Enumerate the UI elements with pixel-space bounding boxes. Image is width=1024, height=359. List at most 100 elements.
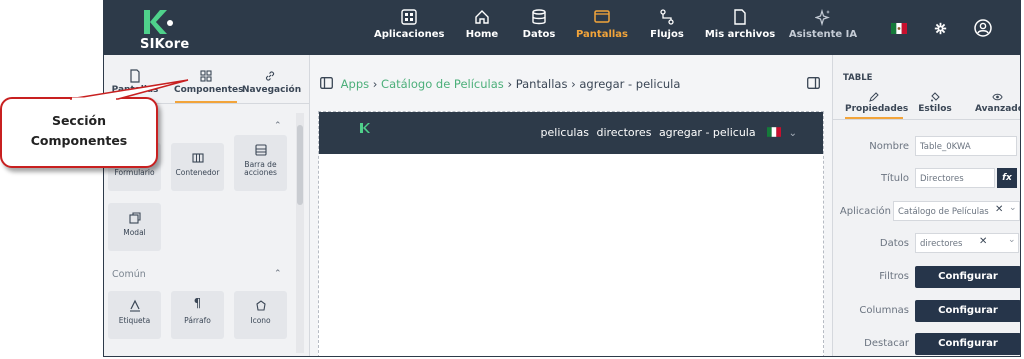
datos-value: directores [920, 239, 963, 249]
filtros-label: Filtros [879, 271, 909, 282]
chevron-up-icon[interactable]: ⌃ [274, 269, 282, 279]
component-icono[interactable]: Icono [234, 291, 287, 339]
preview-link[interactable]: peliculas [541, 126, 589, 139]
component-label: Modal [123, 228, 146, 237]
tab-propiedades[interactable]: Propiedades [845, 91, 908, 114]
formula-button[interactable]: fx [997, 168, 1017, 188]
component-label: Formulario [114, 168, 155, 177]
component-etiqueta[interactable]: Etiqueta [108, 291, 161, 339]
tab-label: Pantallas [111, 85, 159, 95]
component-label: Contenedor [175, 168, 220, 177]
nav-label: Mis archivos [704, 29, 776, 40]
preview-link[interactable]: directores [596, 126, 651, 139]
app-window: SIKore Aplicaciones Home Datos Pantallas… [103, 0, 1021, 357]
section-label-comun: Común [112, 269, 146, 280]
apps-grid-icon [401, 9, 417, 25]
component-label: Párrafo [184, 316, 211, 325]
chevron-down-icon[interactable]: ⌄ [1009, 203, 1017, 213]
sidebar-toggle-icon[interactable] [320, 77, 333, 89]
configurar-filtros-button[interactable]: Configurar [915, 266, 1020, 288]
nav-pantallas[interactable]: Pantallas [576, 7, 628, 51]
tab-avanzado[interactable]: Avanzado [975, 91, 1021, 114]
properties-panel-toggle-icon[interactable] [807, 77, 820, 89]
destacar-label: Destacar [864, 338, 909, 349]
tab-label: Avanzado [975, 104, 1021, 114]
component-parrafo[interactable]: ¶ Párrafo [171, 291, 224, 339]
mexico-flag-icon[interactable] [891, 23, 907, 34]
component-label: Etiqueta [118, 316, 151, 325]
home-icon [475, 10, 489, 24]
component-label: Barra de acciones [244, 160, 277, 177]
nav-label: Asistente IA [788, 29, 858, 40]
configurar-columnas-button[interactable]: Configurar [915, 300, 1020, 322]
component-type-title: TABLE [843, 73, 873, 83]
clear-icon[interactable]: ✕ [995, 204, 1003, 215]
tab-label: Estilos [918, 104, 952, 114]
breadcrumb-section[interactable]: Pantallas [516, 77, 568, 91]
nav-label: Flujos [650, 29, 684, 40]
tab-label: Componentes [174, 85, 244, 95]
titulo-label: Título [880, 173, 909, 184]
clear-icon[interactable]: ✕ [979, 236, 987, 247]
preview-navbar: peliculas directores agregar - pelicula … [319, 112, 823, 154]
datos-select[interactable]: directores [915, 233, 1019, 253]
breadcrumb-apps[interactable]: Apps [341, 77, 369, 91]
app-name: SIKore [140, 37, 190, 52]
nav-label: Pantallas [576, 29, 629, 40]
divider [833, 119, 1020, 120]
top-navbar: SIKore Aplicaciones Home Datos Pantallas… [104, 1, 1020, 55]
nav-home[interactable]: Home [464, 7, 500, 51]
chevron-down-icon[interactable]: ⌄ [1008, 235, 1016, 245]
screen-icon [594, 10, 610, 23]
callout-annotation: Sección Componentes [0, 97, 158, 168]
container-icon [191, 153, 204, 163]
component-barra-de-acciones[interactable]: Barra de acciones [234, 135, 287, 191]
component-modal[interactable]: Modal [108, 203, 161, 251]
action-bar-icon [254, 144, 267, 156]
link-icon [265, 71, 275, 81]
columnas-label: Columnas [859, 305, 909, 316]
callout-line: Sección [51, 113, 107, 128]
nav-flujos[interactable]: Flujos [648, 7, 686, 51]
tab-estilos[interactable]: Estilos [917, 91, 953, 114]
datos-label: Datos [879, 238, 909, 249]
tab-pantallas[interactable]: Pantallas [110, 69, 160, 95]
file-icon [734, 9, 746, 25]
sparkle-icon [815, 8, 830, 27]
chevron-up-icon[interactable]: ⌃ [274, 121, 282, 131]
nombre-input[interactable]: Table_0KWA [915, 136, 1017, 156]
screen-preview[interactable]: peliculas directores agregar - pelicula … [318, 111, 824, 356]
tab-componentes[interactable]: Componentes [174, 69, 243, 95]
properties-panel: TABLE Propiedades Estilos Avanzado Nombr… [832, 55, 1021, 356]
nombre-label: Nombre [869, 141, 909, 152]
breadcrumb: Apps › Catálogo de Películas › Pantallas… [320, 77, 680, 91]
breadcrumb-app[interactable]: Catálogo de Películas [381, 77, 504, 91]
nav-datos[interactable]: Datos [522, 7, 556, 51]
mexico-flag-icon[interactable] [767, 127, 782, 137]
modal-icon [128, 212, 141, 224]
paint-bucket-icon [931, 92, 940, 102]
configurar-destacar-button[interactable]: Configurar [915, 333, 1020, 355]
component-contenedor[interactable]: Contenedor [171, 143, 224, 191]
chevron-down-icon[interactable]: ⌄ [789, 128, 797, 139]
nav-asistente-ia[interactable]: Asistente IA [788, 7, 858, 51]
nav-mis-archivos[interactable]: Mis archivos [704, 7, 776, 51]
nav-aplicaciones[interactable]: Aplicaciones [374, 7, 445, 51]
aplicacion-label: Aplicación [839, 206, 891, 217]
callout-line: Componentes [30, 133, 128, 148]
titulo-input[interactable]: Directores [915, 168, 995, 188]
paragraph-icon: ¶ [193, 296, 202, 310]
gear-icon[interactable] [934, 22, 947, 35]
preview-link[interactable]: agregar - pelicula [659, 126, 756, 139]
preview-logo-icon [360, 123, 370, 133]
user-profile-icon[interactable] [974, 19, 992, 37]
tab-label: Propiedades [845, 104, 909, 114]
canvas-area: Apps › Catálogo de Películas › Pantallas… [310, 55, 832, 356]
breadcrumb-separator: › [372, 77, 382, 91]
shape-icon [255, 300, 266, 311]
preview-links: peliculas directores agregar - pelicula … [537, 126, 797, 139]
scrollbar-thumb[interactable] [297, 125, 303, 205]
breadcrumb-screen: agregar - pelicula [579, 77, 681, 91]
tab-navegacion[interactable]: Navegación [242, 69, 301, 95]
eye-icon [991, 93, 1003, 101]
